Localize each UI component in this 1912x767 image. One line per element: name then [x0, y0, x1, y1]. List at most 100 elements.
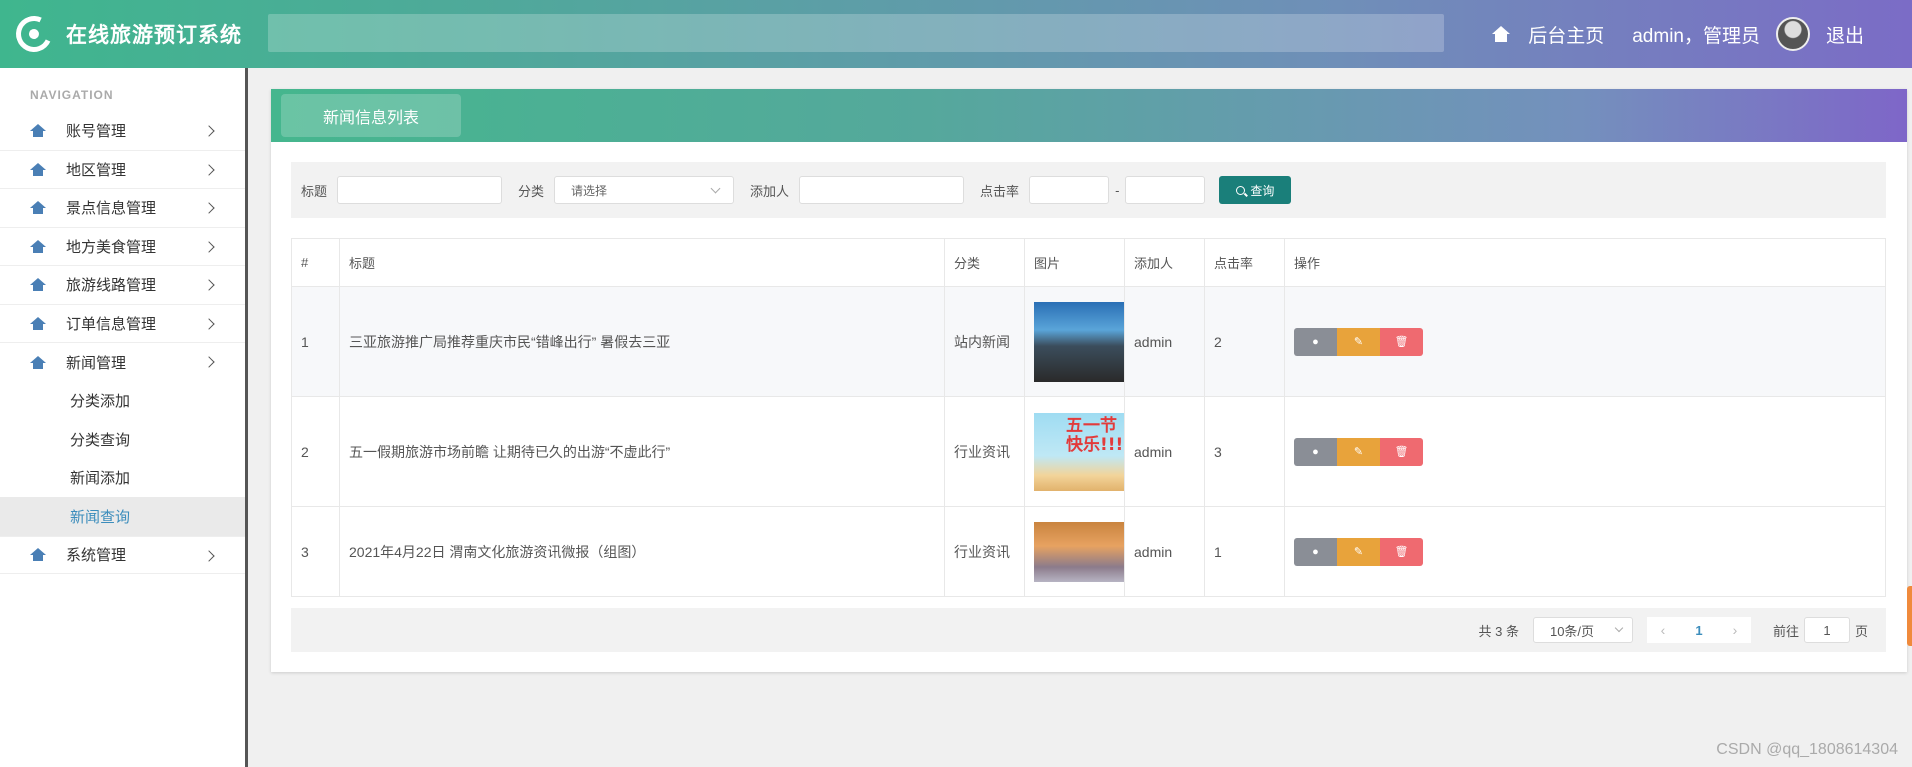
logo-icon — [10, 10, 58, 58]
page-nav: ‹ 1 › — [1646, 617, 1751, 643]
sidebar-subitem-news-add[interactable]: 新闻添加 — [0, 459, 245, 498]
table-row: 2 五一假期旅游市场前瞻 让期待已久的出游“不虚此行” 行业资讯 五一节 快乐!… — [291, 396, 1886, 507]
sidebar-item-regions[interactable]: 地区管理 — [0, 151, 245, 189]
info-icon: ● — [1312, 445, 1319, 458]
chevron-right-icon — [203, 279, 215, 291]
sidebar-item-accounts[interactable]: 账号管理 — [0, 112, 245, 151]
cell-no: 1 — [291, 286, 340, 397]
top-bar: 在线旅游预订系统 后台主页 admin，管理员 退出 — [0, 0, 1912, 68]
cell-image — [1024, 506, 1125, 597]
home-icon[interactable] — [1492, 26, 1511, 42]
chevron-right-icon — [203, 125, 215, 137]
news-list-panel: 新闻信息列表 标题 分类 请选择 添加人 点击率 - 查询 # 标题 分类 图片… — [271, 89, 1907, 672]
cell-category: 站内新闻 — [944, 286, 1025, 397]
edit-icon: ✎ — [1353, 446, 1364, 458]
goto-label: 前往 — [1772, 623, 1799, 639]
cell-image: 五一节 快乐!!! — [1024, 396, 1125, 507]
news-thumbnail: 五一节 快乐!!! — [1034, 412, 1124, 491]
news-thumbnail — [1034, 521, 1124, 582]
watermark: CSDN @qq_1808614304 — [1716, 741, 1898, 758]
home-icon — [30, 278, 46, 292]
sidebar-item-routes[interactable]: 旅游线路管理 — [0, 266, 245, 305]
sidebar: NAVIGATION 账号管理 地区管理 景点信息管理 地方美食管理 旅游线路管… — [0, 68, 248, 767]
cell-clicks: 1 — [1204, 506, 1285, 597]
cell-adder: admin — [1124, 396, 1205, 507]
edit-icon: ✎ — [1353, 336, 1364, 348]
info-button[interactable]: ● — [1294, 327, 1337, 356]
title-input[interactable] — [337, 176, 503, 204]
edit-button[interactable]: ✎ — [1337, 327, 1380, 356]
cell-actions: ● ✎ 🗑 — [1284, 396, 1886, 507]
filter-bar: 标题 分类 请选择 添加人 点击率 - 查询 — [291, 162, 1886, 218]
app-title: 在线旅游预订系统 — [66, 24, 242, 47]
table-row: 3 2021年4月22日 渭南文化旅游资讯微报（组图） 行业资讯 admin 1… — [291, 506, 1886, 597]
cell-clicks: 2 — [1204, 286, 1285, 397]
category-select[interactable]: 请选择 — [554, 176, 735, 204]
chevron-right-icon — [203, 202, 215, 214]
sidebar-item-attractions[interactable]: 景点信息管理 — [0, 189, 245, 228]
range-separator: - — [1115, 182, 1120, 198]
info-button[interactable]: ● — [1294, 437, 1337, 466]
table-header-row: # 标题 分类 图片 添加人 点击率 操作 — [291, 238, 1886, 287]
home-icon — [30, 201, 46, 215]
cell-actions: ● ✎ 🗑 — [1284, 506, 1886, 597]
sidebar-subitem-category-add[interactable]: 分类添加 — [0, 382, 245, 421]
home-icon — [30, 239, 46, 253]
cell-adder: admin — [1124, 286, 1205, 397]
thumbnail-caption: 五一节 快乐!!! — [1066, 415, 1124, 455]
clicks-max-input[interactable] — [1125, 176, 1206, 204]
chevron-down-icon — [710, 183, 721, 194]
sidebar-item-local-food[interactable]: 地方美食管理 — [0, 228, 245, 266]
delete-button[interactable]: 🗑 — [1380, 437, 1423, 466]
clicks-min-input[interactable] — [1029, 176, 1110, 204]
cell-category: 行业资讯 — [944, 506, 1025, 597]
logo[interactable]: 在线旅游预订系统 — [10, 10, 268, 58]
goto-page-input[interactable]: 1 — [1803, 617, 1850, 643]
col-header-clicks: 点击率 — [1204, 238, 1285, 287]
page-number-current[interactable]: 1 — [1679, 617, 1719, 643]
chevron-down-icon — [1614, 623, 1624, 633]
col-header-no: # — [291, 238, 340, 287]
page-size-select[interactable]: 10条/页 — [1532, 617, 1633, 643]
logout-link[interactable]: 退出 — [1826, 21, 1864, 48]
user-label: admin，管理员 — [1632, 25, 1760, 47]
info-icon: ● — [1312, 545, 1319, 558]
edit-button[interactable]: ✎ — [1337, 537, 1380, 566]
cell-adder: admin — [1124, 506, 1205, 597]
col-header-adder: 添加人 — [1124, 238, 1205, 287]
sidebar-item-news[interactable]: 新闻管理 — [0, 343, 245, 382]
cell-no: 3 — [291, 506, 340, 597]
col-header-title: 标题 — [339, 238, 945, 287]
next-page-icon[interactable]: › — [1719, 617, 1751, 643]
edit-icon: ✎ — [1353, 546, 1364, 558]
sidebar-item-system[interactable]: 系统管理 — [0, 535, 245, 574]
delete-button[interactable]: 🗑 — [1380, 537, 1423, 566]
adder-input[interactable] — [799, 176, 965, 204]
chevron-right-icon — [203, 356, 215, 368]
trash-icon: 🗑 — [1394, 446, 1409, 458]
top-search-bar[interactable] — [268, 14, 1444, 52]
info-icon: ● — [1312, 335, 1319, 348]
adder-filter-label: 添加人 — [750, 183, 790, 199]
prev-page-icon[interactable]: ‹ — [1647, 617, 1679, 643]
avatar[interactable] — [1775, 17, 1810, 51]
sidebar-subitem-news-query[interactable]: 新闻查询 — [0, 497, 245, 536]
cell-no: 2 — [291, 396, 340, 507]
home-icon — [30, 162, 46, 176]
cell-title: 五一假期旅游市场前瞻 让期待已久的出游“不虚此行” — [339, 396, 945, 507]
sidebar-subitem-category-query[interactable]: 分类查询 — [0, 420, 245, 459]
delete-button[interactable]: 🗑 — [1380, 327, 1423, 356]
home-icon — [30, 316, 46, 330]
side-float-tab[interactable] — [1907, 586, 1912, 646]
tab-news-list[interactable]: 新闻信息列表 — [281, 94, 461, 137]
home-link[interactable]: 后台主页 — [1528, 21, 1604, 48]
edit-button[interactable]: ✎ — [1337, 437, 1380, 466]
cell-category: 行业资讯 — [944, 396, 1025, 507]
home-icon — [30, 355, 46, 369]
sidebar-item-orders[interactable]: 订单信息管理 — [0, 305, 245, 343]
chevron-right-icon — [203, 549, 215, 562]
query-button[interactable]: 查询 — [1219, 176, 1292, 204]
panel-header: 新闻信息列表 — [271, 89, 1907, 142]
category-filter-label: 分类 — [518, 183, 545, 199]
info-button[interactable]: ● — [1294, 537, 1337, 566]
